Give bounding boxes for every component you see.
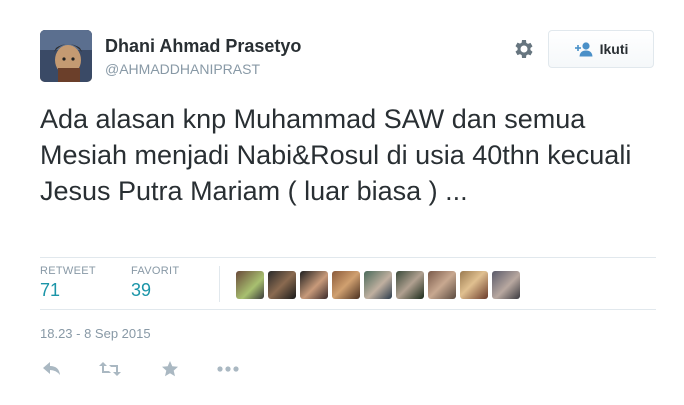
retweet-stat[interactable]: RETWEET 71 (40, 265, 96, 301)
favoriter-avatar[interactable] (428, 271, 456, 299)
retweet-icon[interactable] (98, 358, 122, 380)
retweet-count[interactable]: 71 (40, 280, 96, 301)
favoriter-avatar[interactable] (268, 271, 296, 299)
avatar-image (40, 30, 92, 82)
favorite-stat[interactable]: FAVORIT 39 (131, 265, 179, 301)
avatar[interactable] (40, 30, 92, 82)
user-name[interactable]: Dhani Ahmad Prasetyo (105, 36, 301, 57)
favorite-count[interactable]: 39 (131, 280, 179, 301)
follow-button-label: Ikuti (599, 41, 629, 57)
retweet-label: RETWEET (40, 265, 96, 277)
add-user-icon (574, 42, 593, 57)
follow-button[interactable]: Ikuti (548, 30, 654, 68)
favoriter-avatar[interactable] (236, 271, 264, 299)
reply-icon[interactable] (40, 358, 64, 380)
favoriter-avatar[interactable] (396, 271, 424, 299)
tweet-text: Ada alasan knp Muhammad SAW dan semua Me… (40, 104, 632, 206)
favoriter-avatar[interactable] (492, 271, 520, 299)
favorite-label: FAVORIT (131, 265, 180, 277)
more-icon[interactable] (216, 358, 240, 380)
favoriters-list (236, 271, 520, 299)
tweet-actions (40, 358, 240, 380)
favoriter-avatar[interactable] (300, 271, 328, 299)
divider-top (40, 257, 656, 258)
favoriter-avatar[interactable] (364, 271, 392, 299)
divider-bottom (40, 309, 656, 310)
user-handle[interactable]: @AHMADDHANIPRAST (105, 61, 260, 77)
favoriter-avatar[interactable] (460, 271, 488, 299)
stats-separator (219, 266, 220, 302)
gear-icon[interactable] (512, 37, 538, 63)
favorite-icon[interactable] (158, 358, 182, 380)
favoriter-avatar[interactable] (332, 271, 360, 299)
tweet-timestamp[interactable]: 18.23 - 8 Sep 2015 (40, 326, 151, 341)
